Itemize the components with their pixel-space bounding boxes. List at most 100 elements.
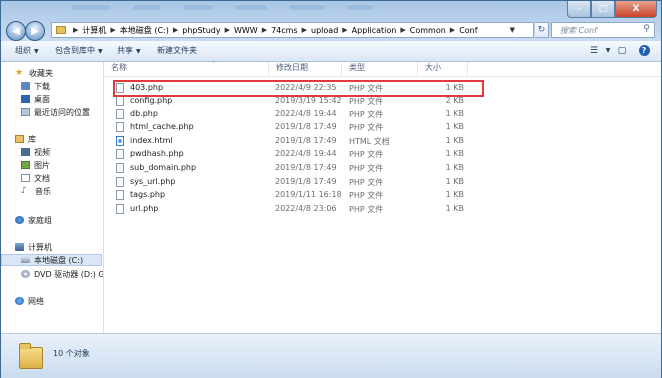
nav-documents[interactable]: 文档	[21, 172, 50, 184]
file-row[interactable]: url.php 2022/4/8 23:06 PHP 文件 1 KB	[112, 203, 468, 216]
new-folder-button[interactable]: 新建文件夹	[157, 45, 197, 56]
column-header-row: 名称 ˆ 修改日期 类型 大小	[104, 61, 661, 77]
file-type: PHP 文件	[349, 150, 384, 159]
nav-homegroup[interactable]: 家庭组	[15, 214, 52, 226]
breadcrumb-phpstudy[interactable]: phpStudy	[182, 26, 220, 35]
search-input[interactable]: 搜索 Conf ⚲	[551, 22, 655, 38]
refresh-button[interactable]: ↻	[535, 22, 549, 38]
breadcrumb-separator-icon[interactable]: ▶	[342, 26, 347, 34]
nav-downloads-label: 下载	[34, 81, 50, 91]
breadcrumb-separator-icon[interactable]: ▶	[73, 26, 78, 34]
nav-recent[interactable]: 最近访问的位置	[21, 106, 90, 118]
sort-ascending-icon: ˆ	[212, 61, 216, 69]
file-row[interactable]: tags.php 2019/1/11 16:18 PHP 文件 1 KB	[112, 189, 468, 202]
nav-music[interactable]: ♪ 音乐	[21, 185, 51, 197]
column-date-label: 修改日期	[276, 63, 308, 72]
file-date: 2022/4/8 19:44	[275, 109, 337, 118]
nav-favorites[interactable]: ★ 收藏夹	[15, 67, 53, 79]
file-row[interactable]: sub_domain.php 2019/1/8 17:49 PHP 文件 1 KB	[112, 162, 468, 175]
column-name-label: 名称	[111, 63, 127, 72]
nav-dvd-label: DVD 驱动器 (D:) GSI	[34, 269, 104, 279]
column-header-type[interactable]: 类型	[342, 62, 418, 76]
folder-icon	[19, 343, 43, 369]
nav-pictures[interactable]: 图片	[21, 159, 50, 171]
column-header-date[interactable]: 修改日期	[269, 62, 342, 76]
share-button[interactable]: 共享 ▼	[117, 45, 141, 56]
nav-recent-label: 最近访问的位置	[34, 107, 90, 117]
file-row[interactable]: sys_url.php 2019/1/8 17:49 PHP 文件 1 KB	[112, 176, 468, 189]
breadcrumb-upload[interactable]: upload	[311, 26, 338, 35]
include-in-library-button[interactable]: 包含到库中 ▼	[55, 45, 103, 56]
file-name: db.php	[130, 109, 158, 118]
column-header-name[interactable]: 名称 ˆ	[104, 61, 269, 76]
nav-pictures-label: 图片	[34, 160, 50, 170]
nav-desktop[interactable]: 桌面	[21, 93, 50, 105]
library-icon	[15, 135, 24, 143]
address-bar[interactable]: ▶ 计算机 ▶ 本地磁盘 (C:) ▶ phpStudy ▶ WWW ▶ 74c…	[51, 22, 534, 38]
chevron-down-icon: ▼	[34, 48, 39, 55]
close-button[interactable]: X	[615, 1, 657, 18]
search-placeholder: 搜索 Conf	[560, 26, 597, 35]
organize-button[interactable]: 组织 ▼	[15, 45, 39, 56]
nav-downloads[interactable]: 下载	[21, 80, 50, 92]
file-size: 1 KB	[445, 122, 464, 131]
preview-pane-icon[interactable]: ▢	[615, 44, 629, 57]
nav-dvd[interactable]: DVD 驱动器 (D:) GSI	[21, 268, 104, 280]
php-file-icon	[116, 149, 124, 159]
nav-network[interactable]: 网络	[15, 295, 44, 307]
search-icon[interactable]: ⚲	[643, 24, 650, 34]
breadcrumb-local-disk[interactable]: 本地磁盘 (C:)	[120, 25, 169, 36]
chevron-down-icon[interactable]: ▼	[601, 44, 615, 57]
file-row[interactable]: pwdhash.php 2022/4/8 19:44 PHP 文件 1 KB	[112, 148, 468, 161]
file-row[interactable]: index.html 2019/1/8 17:49 HTML 文档 1 KB	[112, 135, 468, 148]
help-icon: ?	[638, 45, 650, 56]
nav-computer[interactable]: 计算机	[15, 241, 52, 253]
back-button[interactable]: ◀	[6, 21, 26, 41]
file-row[interactable]: html_cache.php 2019/1/8 17:49 PHP 文件 1 KB	[112, 121, 468, 134]
breadcrumb-separator-icon[interactable]: ▶	[225, 26, 230, 34]
breadcrumb-conf[interactable]: Conf	[459, 26, 477, 35]
breadcrumb-common[interactable]: Common	[410, 26, 446, 35]
refresh-icon: ↻	[537, 25, 546, 35]
nav-music-label: 音乐	[35, 186, 51, 196]
new-folder-label: 新建文件夹	[157, 46, 197, 55]
breadcrumb-separator-icon[interactable]: ▶	[262, 26, 267, 34]
minimize-button[interactable]: –	[567, 1, 591, 18]
breadcrumb-separator-icon[interactable]: ▶	[400, 26, 405, 34]
maximize-button[interactable]: □	[591, 1, 615, 18]
breadcrumb-www[interactable]: WWW	[234, 26, 258, 35]
nav-local-disk[interactable]: 本地磁盘 (C:)	[1, 254, 102, 266]
breadcrumb-separator-icon[interactable]: ▶	[302, 26, 307, 34]
ghost-title	[71, 3, 551, 10]
file-name: pwdhash.php	[130, 149, 184, 158]
nav-local-disk-label: 本地磁盘 (C:)	[34, 255, 84, 265]
nav-videos[interactable]: 视频	[21, 146, 50, 158]
breadcrumb-separator-icon[interactable]: ▶	[110, 26, 115, 34]
breadcrumb-separator-icon[interactable]: ▶	[450, 26, 455, 34]
nav-libraries[interactable]: 库	[15, 133, 36, 145]
nav-network-label: 网络	[28, 296, 44, 306]
nav-homegroup-label: 家庭组	[28, 215, 52, 225]
breadcrumb-application[interactable]: Application	[352, 26, 397, 35]
status-bar: 10 个对象	[1, 333, 661, 378]
breadcrumb-computer[interactable]: 计算机	[82, 25, 106, 36]
breadcrumb-74cms[interactable]: 74cms	[271, 26, 298, 35]
column-header-size[interactable]: 大小	[418, 62, 468, 76]
breadcrumb-separator-icon[interactable]: ▶	[173, 26, 178, 34]
navigation-pane: ★ 收藏夹 下载 桌面 最近访问的位置 库 视频 图片 文档 ♪ 音乐 家庭组 计算…	[1, 62, 104, 333]
file-type: PHP 文件	[349, 164, 384, 173]
file-size: 1 KB	[445, 149, 464, 158]
forward-button[interactable]: ▶	[25, 21, 45, 41]
help-button[interactable]: ?	[637, 44, 651, 57]
view-options-icon[interactable]: ☰	[587, 44, 601, 57]
file-row[interactable]: db.php 2022/4/8 19:44 PHP 文件 1 KB	[112, 108, 468, 121]
file-size: 1 KB	[445, 136, 464, 145]
file-name: sys_url.php	[130, 177, 176, 186]
chevron-down-icon[interactable]: ▼	[510, 26, 515, 34]
file-name: html_cache.php	[130, 122, 194, 131]
file-size: 1 KB	[445, 190, 464, 199]
file-type: PHP 文件	[349, 205, 384, 214]
column-type-label: 类型	[349, 63, 365, 72]
file-date: 2019/1/8 17:49	[275, 122, 337, 131]
nav-videos-label: 视频	[34, 147, 50, 157]
